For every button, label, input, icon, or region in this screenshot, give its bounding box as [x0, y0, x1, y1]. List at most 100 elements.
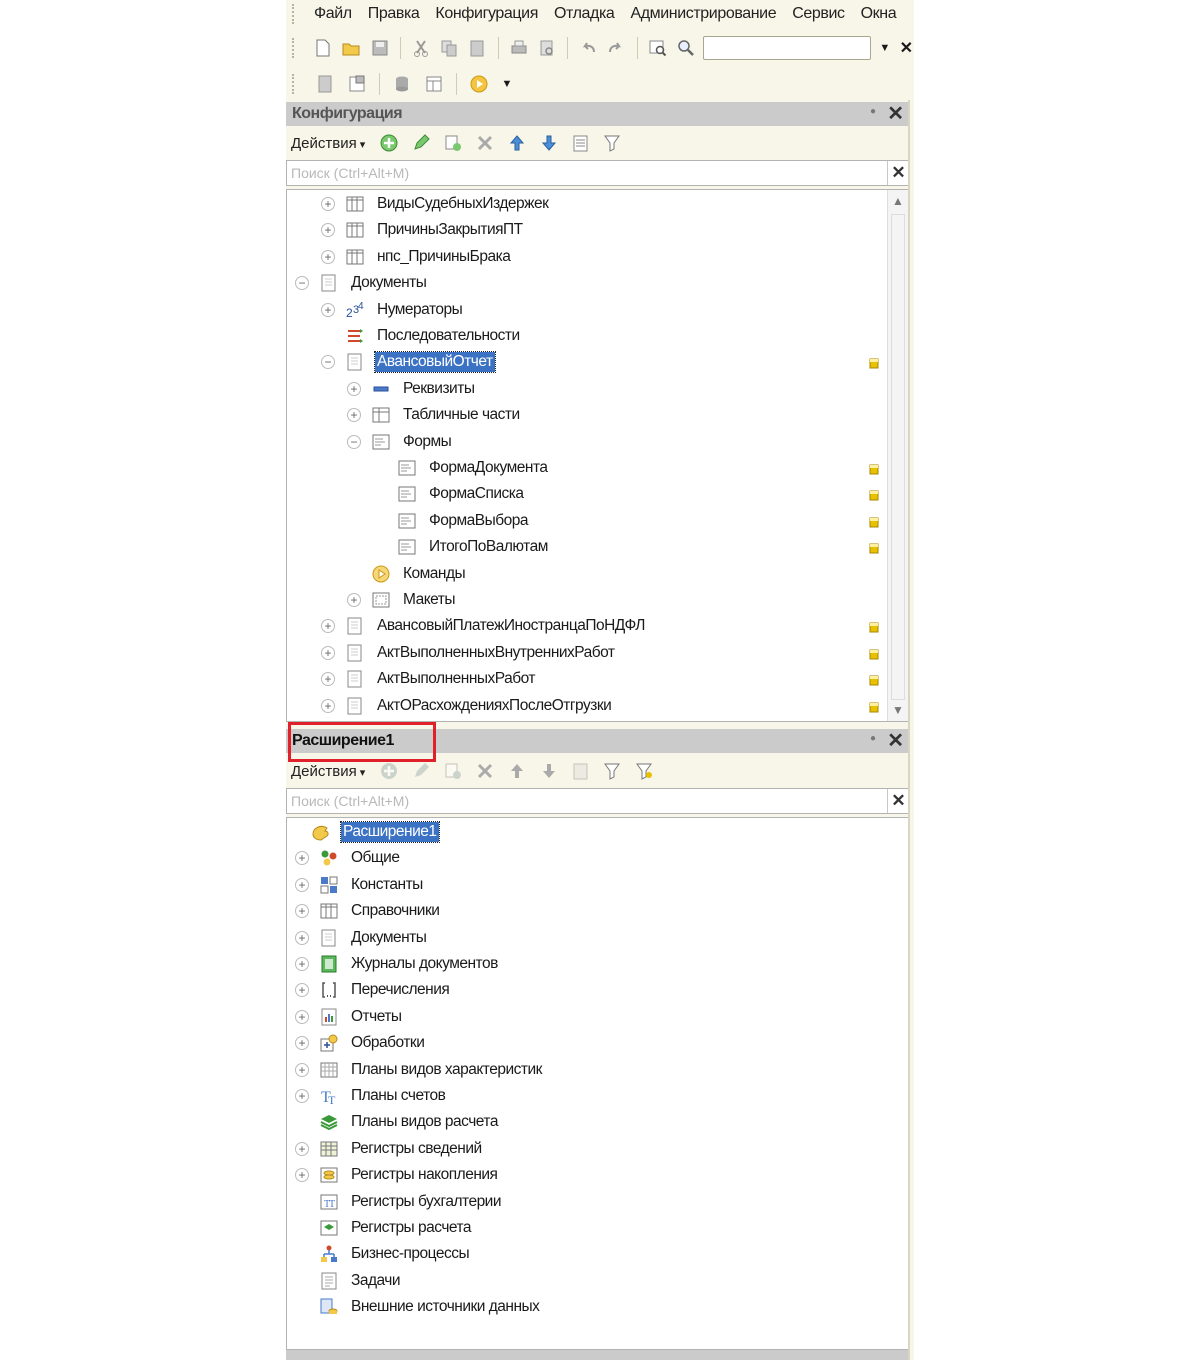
move-down-button[interactable] [537, 759, 561, 783]
tree-item[interactable]: − Документы [287, 270, 885, 296]
undo-button[interactable] [577, 35, 599, 61]
collapse-icon[interactable]: − [321, 355, 335, 370]
configuration-search-clear-button[interactable]: ✕ [887, 161, 909, 185]
expand-icon[interactable]: + [295, 930, 309, 945]
toolbar-grip[interactable] [292, 38, 296, 58]
expand-icon[interactable]: + [295, 1168, 309, 1183]
move-up-button[interactable] [505, 759, 529, 783]
menu-edit[interactable]: Правка [360, 5, 428, 23]
scroll-down-icon[interactable]: ▼ [892, 703, 904, 717]
menu-service[interactable]: Сервис [784, 5, 852, 23]
tree-item[interactable]: Команды [287, 561, 885, 587]
clear-search-button[interactable]: ✕ [899, 36, 914, 60]
tree-item[interactable]: Расширение1 [287, 819, 885, 845]
close-configuration-panel-button[interactable]: ✕ [887, 103, 904, 125]
menu-file[interactable]: Файл [306, 5, 360, 23]
tree-item[interactable]: + ПричиныЗакрытияПТ [287, 217, 885, 243]
toolbar-search-input[interactable] [703, 36, 872, 60]
tree-item[interactable]: + АктВыполненныхРабот [287, 666, 885, 692]
tree-item[interactable]: + Регистры сведений [287, 1136, 885, 1162]
tree-item[interactable]: + Реквизиты [287, 376, 885, 402]
tree-item[interactable]: ИтогоПоВалютам [287, 534, 885, 560]
scrollbar-thumb[interactable] [891, 214, 905, 700]
actions-menu-button[interactable]: Действия [291, 135, 365, 152]
tree-item[interactable]: + АктВыполненныхВнутреннихРабот [287, 640, 885, 666]
tree-item[interactable]: ФормаДокумента [287, 455, 885, 481]
expand-icon[interactable]: + [295, 1036, 309, 1051]
preview-button[interactable] [536, 35, 558, 61]
filter-button[interactable] [601, 759, 625, 783]
expand-icon[interactable]: + [347, 408, 361, 423]
sort-button[interactable] [569, 131, 593, 155]
tree-item[interactable]: + АвансовыйПлатежИностранцаПоНДФЛ [287, 613, 885, 639]
close-extension-panel-button[interactable]: ✕ [887, 730, 904, 752]
find-in-tree-button[interactable] [646, 35, 668, 61]
expand-icon[interactable]: + [295, 1141, 309, 1156]
expand-icon[interactable]: + [321, 698, 335, 713]
tree-item[interactable]: − Формы [287, 429, 885, 455]
toolbar-grip[interactable] [292, 74, 296, 94]
menu-grip[interactable] [292, 4, 296, 24]
expand-icon[interactable]: + [321, 645, 335, 660]
expand-icon[interactable]: + [321, 672, 335, 687]
paste-button[interactable] [466, 35, 488, 61]
tree-item[interactable]: + Константы [287, 872, 885, 898]
collapse-icon[interactable]: − [347, 434, 361, 449]
redo-button[interactable] [605, 35, 627, 61]
tree-item[interactable]: + АктОРасхожденияхПослеОтгрузки [287, 693, 885, 719]
tree-item[interactable]: + Отчеты [287, 1004, 885, 1030]
actions-menu-button[interactable]: Действия [291, 763, 365, 780]
tree-item[interactable]: + Перечисления [287, 977, 885, 1003]
copy-item-button[interactable] [441, 131, 465, 155]
save-button[interactable] [368, 35, 390, 61]
tree-item[interactable]: + ВидыСудебныхИздержек [287, 191, 885, 217]
database-button[interactable] [389, 71, 415, 97]
expand-icon[interactable]: + [295, 957, 309, 971]
new-file-button[interactable] [312, 35, 334, 61]
expand-icon[interactable]: + [321, 223, 335, 238]
expand-icon[interactable]: + [295, 1089, 309, 1103]
copy-item-button[interactable] [441, 759, 465, 783]
tree-item[interactable]: + Обработки [287, 1030, 885, 1056]
scroll-up-icon[interactable]: ▲ [892, 194, 904, 208]
delete-button[interactable] [473, 759, 497, 783]
tree-item[interactable]: + Табличные части [287, 402, 885, 428]
tree-item[interactable]: + Регистры накопления [287, 1162, 885, 1188]
move-down-button[interactable] [537, 131, 561, 155]
expand-icon[interactable]: + [347, 593, 361, 607]
menu-configuration[interactable]: Конфигурация [427, 5, 546, 23]
expand-icon[interactable]: + [321, 619, 335, 634]
expand-icon[interactable]: + [295, 1009, 309, 1024]
expand-icon[interactable]: + [295, 983, 309, 998]
cut-button[interactable] [410, 35, 432, 61]
extension-search-input[interactable] [287, 790, 887, 812]
tree-item[interactable]: + Общие [287, 845, 885, 871]
calculator-button[interactable] [312, 71, 338, 97]
tree-item[interactable]: Последовательности [287, 323, 885, 349]
expand-icon[interactable]: + [321, 249, 335, 264]
collapse-icon[interactable]: − [295, 276, 309, 291]
menu-windows[interactable]: Окна [853, 5, 905, 23]
pin-icon[interactable]: ● [870, 106, 876, 117]
tree-item[interactable]: + Планы видов характеристик [287, 1057, 885, 1083]
tree-item[interactable]: + T T Планы счетов [287, 1083, 885, 1109]
run-debug-button[interactable] [466, 71, 492, 97]
tree-item[interactable]: Задачи [287, 1268, 885, 1294]
add-button[interactable] [377, 759, 401, 783]
tree-item[interactable]: Внешние источники данных [287, 1294, 885, 1320]
copy-button[interactable] [438, 35, 460, 61]
search-button[interactable] [675, 35, 697, 61]
expand-icon[interactable]: + [295, 1062, 309, 1077]
menu-administration[interactable]: Администрирование [622, 5, 784, 23]
pin-icon[interactable]: ● [870, 733, 876, 744]
run-dropdown-button[interactable]: ▼ [498, 72, 516, 96]
open-config-button[interactable] [344, 71, 370, 97]
filter-button[interactable] [601, 131, 625, 155]
expand-icon[interactable]: + [321, 302, 335, 317]
tree-item[interactable]: + Макеты [287, 587, 885, 613]
print-button[interactable] [507, 35, 529, 61]
tree-item[interactable]: Регистры расчета [287, 1215, 885, 1241]
add-button[interactable] [377, 131, 401, 155]
search-dropdown-button[interactable]: ▼ [877, 36, 892, 60]
sort-button[interactable] [569, 759, 593, 783]
